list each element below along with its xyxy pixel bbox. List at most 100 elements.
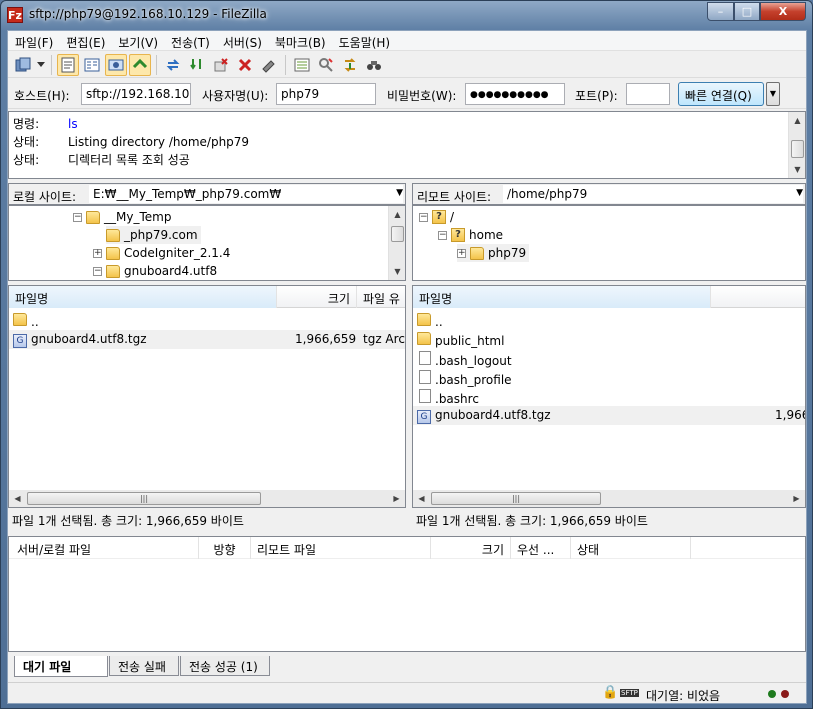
column-local-file[interactable]: 서버/로컬 파일 [9, 537, 199, 559]
host-label: 호스트(H): [14, 89, 70, 103]
menu-file[interactable]: 파일(F) [8, 31, 59, 50]
password-input[interactable]: ●●●●●●●●●● [465, 83, 565, 105]
local-status-text: 파일 1개 선택됨. 총 크기: 1,966,659 바이트 [8, 509, 406, 530]
filter-icon[interactable] [291, 54, 313, 76]
maximize-button[interactable]: □ [734, 2, 760, 21]
tree-item[interactable]: −? / [419, 208, 454, 226]
collapse-icon[interactable]: − [419, 212, 428, 222]
chevron-down-icon[interactable]: ▼ [796, 188, 803, 198]
file-row[interactable]: .bash_profile [413, 368, 805, 387]
scroll-right-icon[interactable]: ▶ [789, 491, 804, 506]
scroll-up-icon[interactable]: ▲ [790, 113, 805, 128]
title-bar[interactable]: Fz sftp://php79@192.168.10.129 - FileZil… [1, 1, 812, 29]
sort-ascending-icon: ^ [137, 286, 145, 292]
quickconnect-button[interactable]: 빠른 연결(Q) [678, 82, 764, 106]
expand-icon[interactable]: + [93, 248, 102, 258]
remote-path-input[interactable]: /home/php79 [503, 185, 803, 203]
menu-help[interactable]: 도움말(H) [332, 31, 397, 50]
collapse-icon[interactable]: − [93, 266, 102, 276]
search-icon[interactable] [363, 54, 385, 76]
local-list-hscrollbar[interactable]: ◀ ||| ▶ [9, 490, 405, 507]
toggle-queue-icon[interactable] [129, 53, 151, 76]
scroll-thumb[interactable] [791, 140, 804, 158]
file-size-cell: 1,966,659 [295, 332, 357, 346]
column-direction[interactable]: 방향 [199, 537, 251, 559]
column-filename[interactable]: ^ 파일명 [413, 286, 711, 308]
tree-item[interactable]: −? home [438, 226, 503, 244]
file-row[interactable]: public_html [413, 330, 805, 349]
column-size[interactable]: 크기 [277, 286, 357, 308]
local-tree-scrollbar[interactable]: ▲ ▼ [388, 206, 405, 280]
column-filetype[interactable]: 파일 유 [357, 286, 405, 308]
expand-icon[interactable]: + [457, 248, 466, 258]
scroll-left-icon[interactable]: ◀ [10, 491, 25, 506]
scroll-up-icon[interactable]: ▲ [390, 207, 405, 222]
close-button[interactable]: X [760, 2, 806, 21]
file-row[interactable]: .bash_logout [413, 349, 805, 368]
file-type-cell: tgz Arch [363, 332, 405, 346]
tree-item-selected[interactable]: _php79.com [106, 226, 201, 244]
file-row-selected[interactable]: Ggnuboard4.utf8.tgz 1,966 [413, 406, 805, 425]
file-row[interactable]: .. [413, 311, 805, 330]
column-filename[interactable]: ^ 파일명 [9, 286, 277, 308]
log-scrollbar[interactable]: ▲ ▼ [788, 112, 805, 178]
host-input[interactable]: sftp://192.168.10. [81, 83, 191, 105]
toolbar-separator [285, 54, 286, 75]
scroll-thumb[interactable]: ||| [27, 492, 261, 505]
menu-bookmarks[interactable]: 북마크(B) [268, 31, 332, 50]
tab-successful-transfers[interactable]: 전송 성공 (1) [180, 656, 270, 676]
username-input[interactable]: php79 [276, 83, 376, 105]
tree-item-selected[interactable]: + php79 [457, 244, 530, 262]
column-status[interactable]: 상태 [571, 537, 691, 559]
minimize-button[interactable]: – [707, 2, 734, 21]
sync-browse-icon[interactable] [339, 54, 361, 76]
scroll-down-icon[interactable]: ▼ [790, 162, 805, 177]
tab-queued-files[interactable]: 대기 파일 [14, 656, 108, 677]
file-name-cell: public_html [417, 332, 504, 348]
scroll-thumb[interactable] [391, 226, 404, 242]
file-row[interactable]: .. [9, 311, 405, 330]
stop-icon[interactable] [210, 54, 232, 76]
tab-failed-transfers[interactable]: 전송 실패 [109, 656, 179, 676]
quickconnect-history-dropdown[interactable]: ▼ [766, 82, 780, 106]
process-queue-icon[interactable] [186, 54, 208, 76]
collapse-icon[interactable]: − [73, 212, 82, 222]
username-label: 사용자명(U): [202, 89, 269, 103]
reconnect-icon[interactable] [258, 54, 280, 76]
folder-icon [470, 246, 484, 260]
local-path-input[interactable]: E:₩__My_Temp₩_php79.com₩ [89, 185, 403, 203]
compare-icon[interactable] [315, 54, 337, 76]
chevron-down-icon[interactable]: ▼ [396, 188, 403, 198]
remote-list-hscrollbar[interactable]: ◀ ||| ▶ [413, 490, 805, 507]
column-remote-file[interactable]: 리모트 파일 [251, 537, 431, 559]
menu-view[interactable]: 보기(V) [111, 31, 164, 50]
menu-bar: 파일(F) 편집(E) 보기(V) 전송(T) 서버(S) 북마크(B) 도움말… [8, 31, 806, 51]
tree-item[interactable]: + CodeIgniter_2.1.4 [93, 244, 230, 262]
scroll-thumb[interactable]: ||| [431, 492, 601, 505]
tree-item[interactable]: − gnuboard4.utf8 [93, 262, 217, 280]
dropdown-arrow-icon[interactable] [36, 54, 46, 76]
column-priority[interactable]: 우선 ... [511, 537, 571, 559]
file-row-selected[interactable]: Ggnuboard4.utf8.tgz 1,966,659 tgz Arch [9, 330, 405, 349]
scroll-right-icon[interactable]: ▶ [389, 491, 404, 506]
menu-transfer[interactable]: 전송(T) [164, 31, 216, 50]
site-manager-icon[interactable] [12, 54, 34, 76]
refresh-icon[interactable] [162, 54, 184, 76]
menu-edit[interactable]: 편집(E) [59, 31, 111, 50]
toggle-tree-remote-icon[interactable] [105, 53, 127, 76]
tree-item[interactable]: − __My_Temp [73, 208, 171, 226]
port-input[interactable] [626, 83, 670, 105]
file-icon [419, 370, 431, 384]
collapse-icon[interactable]: − [438, 230, 447, 240]
file-row[interactable]: .bashrc [413, 387, 805, 406]
disconnect-icon[interactable] [234, 54, 256, 76]
unknown-folder-icon: ? [451, 228, 465, 242]
toggle-log-icon[interactable] [57, 53, 79, 76]
scroll-left-icon[interactable]: ◀ [414, 491, 429, 506]
scroll-down-icon[interactable]: ▼ [390, 264, 405, 279]
column-size[interactable]: 크기 [431, 537, 511, 559]
client-area: 파일(F) 편집(E) 보기(V) 전송(T) 서버(S) 북마크(B) 도움말… [7, 30, 807, 704]
menu-server[interactable]: 서버(S) [216, 31, 268, 50]
tree-item-label: home [469, 228, 504, 242]
toggle-tree-local-icon[interactable] [81, 54, 103, 76]
